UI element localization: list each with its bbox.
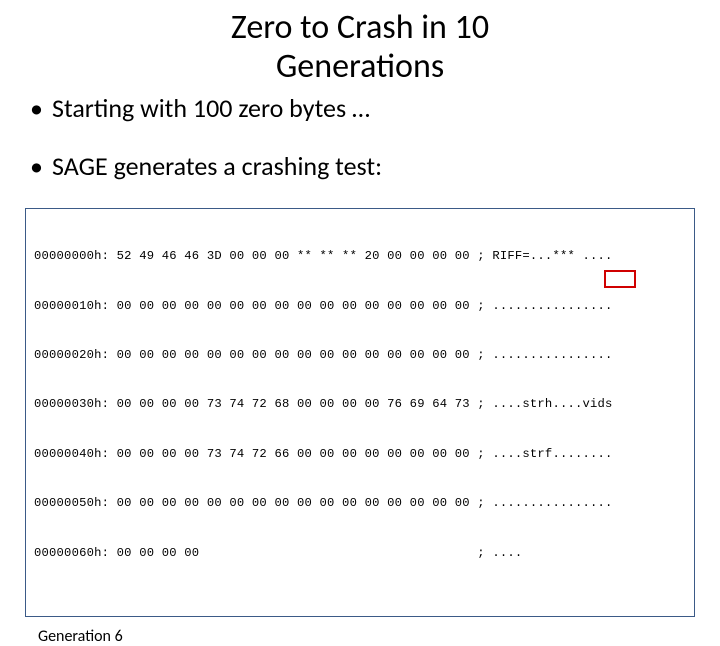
hex-row: 00000010h: 00 00 00 00 00 00 00 00 00 00…: [34, 298, 686, 314]
highlight-rectangle: [604, 270, 636, 288]
hex-row: 00000040h: 00 00 00 00 73 74 72 66 00 00…: [34, 446, 686, 462]
slide-title: Zero to Crash in 10 Generations: [60, 8, 660, 86]
bullet-item-2: SAGE generates a crashing test:: [30, 150, 700, 182]
title-line-1: Zero to Crash in 10: [231, 7, 489, 48]
hex-dump: 00000000h: 52 49 46 46 3D 00 00 00 ** **…: [25, 208, 695, 617]
hex-row: 00000060h: 00 00 00 00 ; ....: [34, 545, 686, 561]
title-line-2: Generations: [276, 46, 444, 87]
hex-row: 00000050h: 00 00 00 00 00 00 00 00 00 00…: [34, 495, 686, 511]
generation-label: Generation 6: [38, 627, 700, 646]
bullet-item-1: Starting with 100 zero bytes …: [30, 92, 700, 124]
hex-row: 00000020h: 00 00 00 00 00 00 00 00 00 00…: [34, 347, 686, 363]
hex-row: 00000000h: 52 49 46 46 3D 00 00 00 ** **…: [34, 248, 686, 264]
bullet-list: Starting with 100 zero bytes … SAGE gene…: [30, 92, 700, 182]
hex-row: 00000030h: 00 00 00 00 73 74 72 68 00 00…: [34, 396, 686, 412]
slide: Zero to Crash in 10 Generations Starting…: [0, 0, 720, 540]
